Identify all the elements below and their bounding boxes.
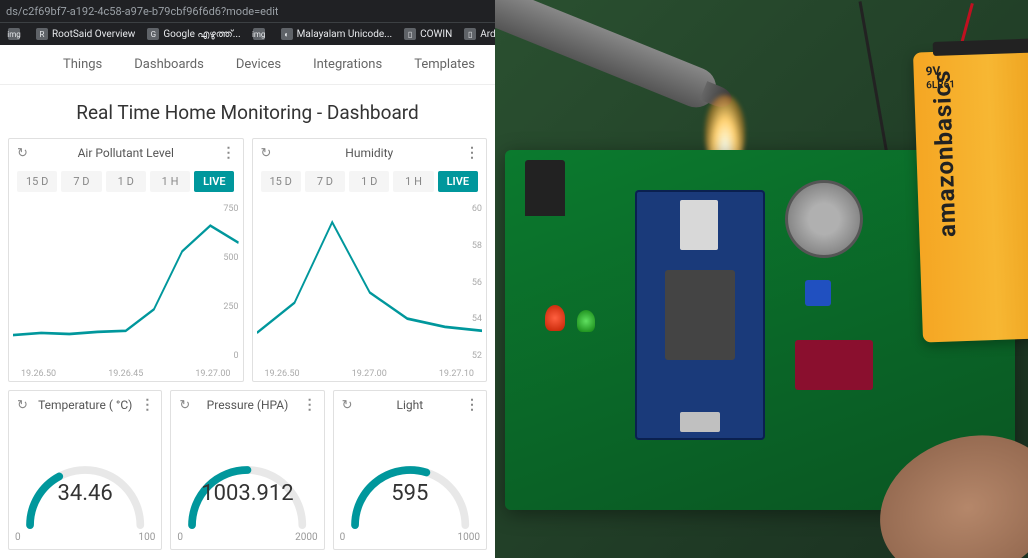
- tab-integrations[interactable]: Integrations: [311, 47, 384, 82]
- bme-sensor: [795, 340, 873, 390]
- bookmark-label: Malayalam Unicode...: [297, 29, 392, 40]
- bookmark-icon: R: [36, 28, 48, 40]
- gauge-value: 595: [391, 481, 428, 506]
- bookmark-item[interactable]: ▯ Arduino: [460, 26, 495, 42]
- range-btn-7d[interactable]: 7 D: [305, 171, 345, 192]
- range-btn-7d[interactable]: 7 D: [61, 171, 101, 192]
- gas-sensor: [785, 180, 863, 258]
- bookmark-item[interactable]: G Google എഴുത്ത്...: [143, 26, 244, 42]
- bookmark-label: Arduino: [480, 29, 495, 40]
- range-btn-live[interactable]: LIVE: [194, 171, 234, 192]
- range-btn-1d[interactable]: 1 D: [349, 171, 389, 192]
- bookmark-item[interactable]: img: [4, 26, 28, 42]
- x-axis-ticks: 19.26.5019.26.4519.27.00: [21, 369, 231, 379]
- gauge-body: 1003.912: [171, 419, 323, 532]
- range-row: 15 D7 D1 D1 HLIVE: [253, 167, 487, 198]
- chart-widget: ↻ Humidity ⋮ 15 D7 D1 D1 HLIVE 605856545…: [252, 138, 488, 382]
- bookmarks-bar: img R RootSaid Overview G Google എഴുത്ത്... i…: [0, 22, 495, 45]
- widget-title: Air Pollutant Level: [78, 146, 174, 160]
- range-btn-1d[interactable]: 1 D: [106, 171, 146, 192]
- chart-body: 6058565452 19.26.5019.27.0019.27.10: [253, 198, 487, 381]
- bookmark-label: RootSaid Overview: [52, 29, 135, 40]
- reload-icon[interactable]: ↻: [342, 398, 353, 413]
- soldering-iron: [495, 0, 722, 113]
- widget-title: Humidity: [345, 146, 393, 160]
- gauge-scale: 02000: [171, 532, 323, 549]
- bookmark-icon: ▯: [464, 28, 476, 40]
- gauge-widget: ↻ Temperature ( °C) ⋮ 34.46 0100: [8, 390, 162, 550]
- led-red: [545, 305, 565, 331]
- reload-icon[interactable]: ↻: [17, 398, 28, 413]
- menu-icon[interactable]: ⋮: [465, 145, 478, 161]
- bookmark-label: Google എഴുത്ത്...: [163, 29, 240, 40]
- bookmark-item[interactable]: R RootSaid Overview: [32, 26, 139, 42]
- bookmark-label: COWIN: [420, 29, 452, 40]
- tab-things[interactable]: Things: [61, 47, 104, 82]
- gauge-scale: 0100: [9, 532, 161, 549]
- widget-title: Pressure (HPA): [207, 398, 289, 412]
- menu-icon[interactable]: ⋮: [140, 397, 153, 413]
- battery-9v: 9V 6LR61 amazonbasics ALKALINE: [913, 47, 1028, 342]
- range-btn-15d[interactable]: 15 D: [261, 171, 301, 192]
- reload-icon[interactable]: ↻: [17, 146, 28, 161]
- bookmark-icon: ▯: [404, 28, 416, 40]
- bookmark-icon: G: [147, 28, 159, 40]
- bookmark-icon: img: [253, 28, 265, 40]
- range-btn-live[interactable]: LIVE: [438, 171, 478, 192]
- browser-chrome: ds/c2f69bf7-a192-4c58-a97e-b79cbf96f6d6?…: [0, 0, 495, 45]
- nav-tabs: Things Dashboards Devices Integrations Templ…: [0, 45, 495, 85]
- gauge-widget: ↻ Pressure (HPA) ⋮ 1003.912 02000: [170, 390, 324, 550]
- range-btn-1h[interactable]: 1 H: [393, 171, 433, 192]
- hardware-photo: 9V 6LR61 amazonbasics ALKALINE: [495, 0, 1028, 558]
- y-axis-ticks: 6058565452: [472, 204, 482, 361]
- widget-title: Temperature ( °C): [38, 398, 132, 412]
- bookmark-item[interactable]: ◐ Malayalam Unicode...: [277, 26, 396, 42]
- range-btn-1h[interactable]: 1 H: [150, 171, 190, 192]
- chart-widget: ↻ Air Pollutant Level ⋮ 15 D7 D1 D1 HLIV…: [8, 138, 244, 382]
- menu-icon[interactable]: ⋮: [222, 145, 235, 161]
- bookmark-icon: ◐: [281, 28, 293, 40]
- gauge-value: 34.46: [58, 481, 113, 506]
- chart-body: 7505002500 19.26.5019.26.4519.27.00: [9, 198, 243, 381]
- range-row: 15 D7 D1 D1 HLIVE: [9, 167, 243, 198]
- gauge-value: 1003.912: [201, 481, 293, 506]
- potentiometer: [805, 280, 831, 306]
- gauge-widget: ↻ Light ⋮ 595 01000: [333, 390, 487, 550]
- reload-icon[interactable]: ↻: [261, 146, 272, 161]
- arduino-nano: [635, 190, 765, 440]
- tab-dashboards[interactable]: Dashboards: [132, 47, 206, 82]
- gauge-scale: 01000: [334, 532, 486, 549]
- bookmark-item[interactable]: ▯ COWIN: [400, 26, 456, 42]
- y-axis-ticks: 7505002500: [223, 204, 238, 361]
- gauge-body: 34.46: [9, 419, 161, 532]
- led-green: [577, 310, 595, 332]
- line-chart: [257, 202, 483, 363]
- line-chart: [13, 202, 239, 363]
- widget-title: Light: [396, 398, 423, 412]
- reload-icon[interactable]: ↻: [179, 398, 190, 413]
- bookmark-item[interactable]: img: [249, 26, 273, 42]
- x-axis-ticks: 19.26.5019.27.0019.27.10: [265, 369, 475, 379]
- gauge-body: 595: [334, 419, 486, 532]
- url-bar[interactable]: ds/c2f69bf7-a192-4c58-a97e-b79cbf96f6d6?…: [0, 0, 495, 22]
- page-title: Real Time Home Monitoring - Dashboard: [0, 85, 495, 138]
- range-btn-15d[interactable]: 15 D: [17, 171, 57, 192]
- menu-icon[interactable]: ⋮: [465, 397, 478, 413]
- tab-devices[interactable]: Devices: [234, 47, 283, 82]
- voltage-regulator: [525, 160, 565, 216]
- bookmark-icon: img: [8, 28, 20, 40]
- url-text: ds/c2f69bf7-a192-4c58-a97e-b79cbf96f6d6?…: [6, 5, 278, 18]
- menu-icon[interactable]: ⋮: [303, 397, 316, 413]
- tab-templates[interactable]: Templates: [412, 47, 477, 82]
